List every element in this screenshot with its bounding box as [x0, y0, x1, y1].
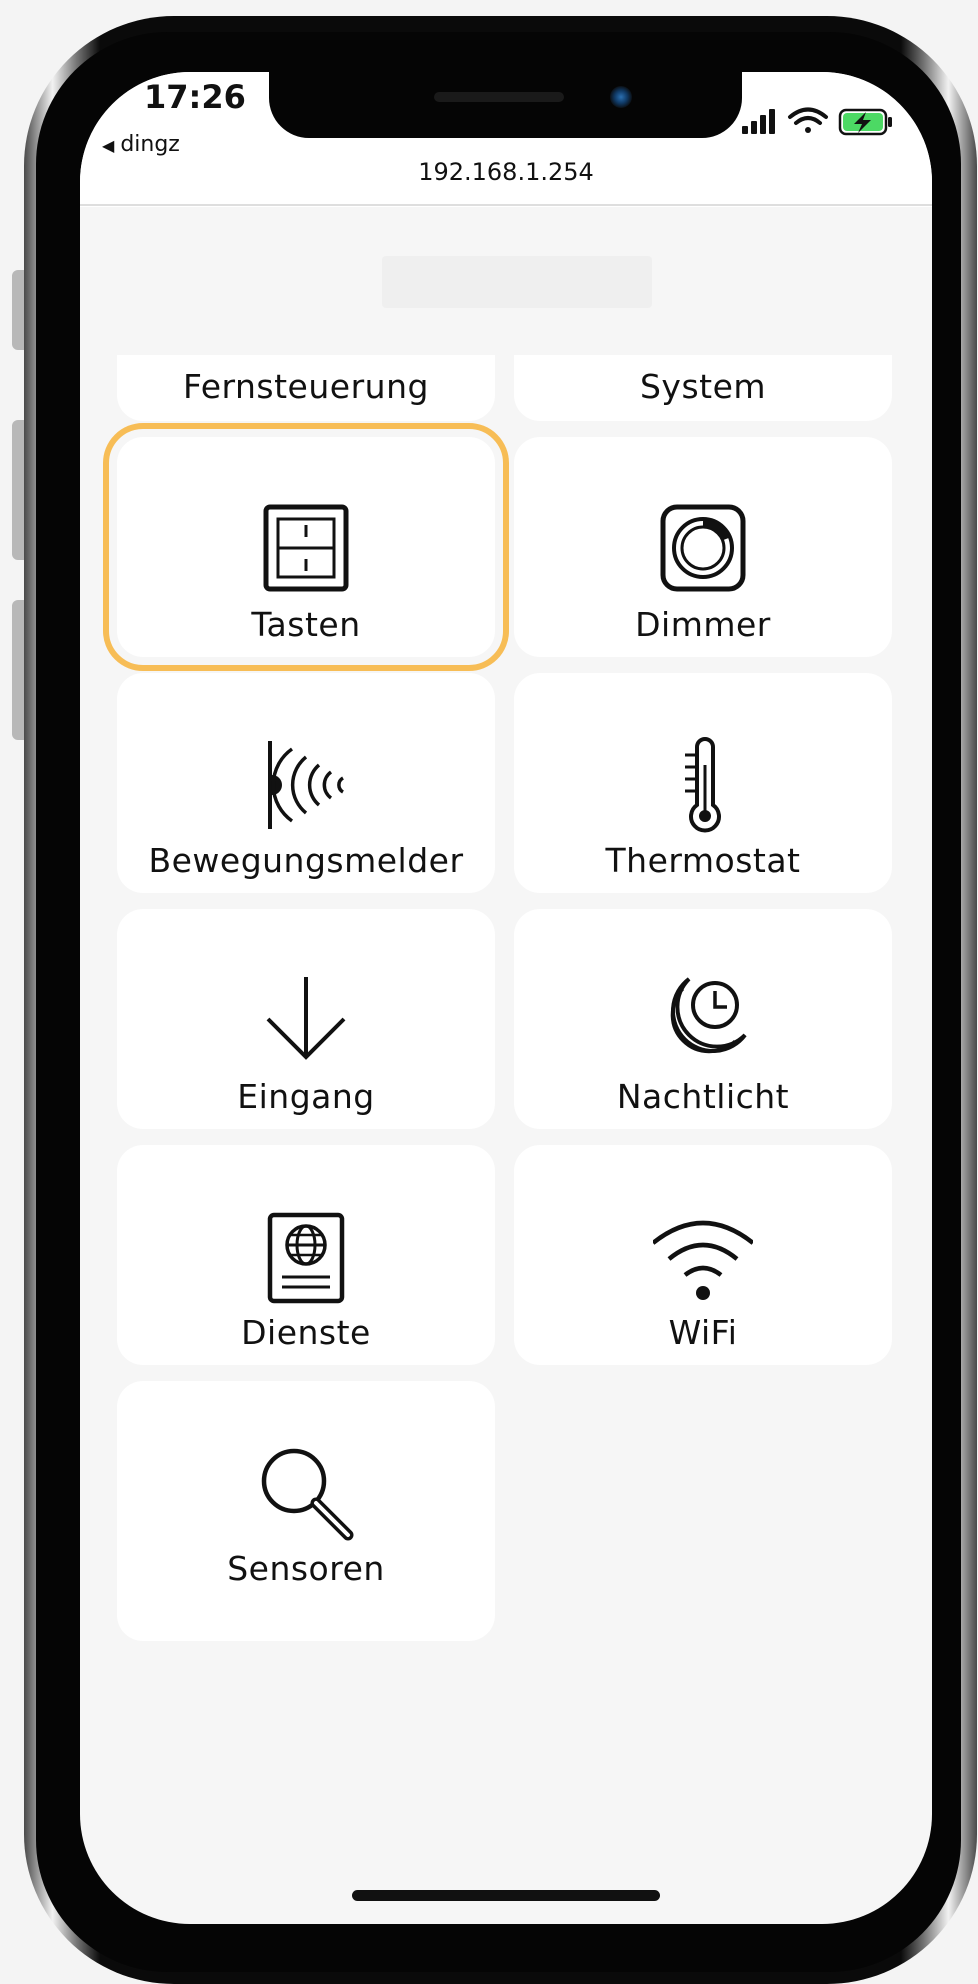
menu-tile-system[interactable]: System [514, 355, 892, 421]
tile-label: Eingang [237, 1077, 375, 1116]
silent-switch [12, 270, 24, 350]
phone-screen: 17:26 ◀ dingz 192.168.1.254 Fernsteuerun… [80, 72, 932, 1924]
url-bar[interactable]: 192.168.1.254 [80, 158, 932, 186]
wifi-icon [788, 107, 828, 133]
front-camera [610, 86, 632, 108]
menu-tile-dimmer[interactable]: Dimmer [514, 437, 892, 657]
back-to-app-link[interactable]: ◀ dingz [102, 132, 180, 157]
speaker-grill [434, 92, 564, 102]
switch-panel-icon [263, 504, 349, 592]
dimmer-knob-icon [660, 504, 746, 592]
tile-label: WiFi [668, 1313, 738, 1352]
page-title-placeholder [382, 256, 652, 308]
menu-tile-tasten[interactable]: Tasten [103, 423, 509, 671]
menu-tile-wifi[interactable]: WiFi [514, 1145, 892, 1365]
wifi-icon [653, 1220, 753, 1300]
arrow-down-icon [266, 977, 346, 1060]
header-divider [80, 204, 932, 206]
status-time: 17:26 [144, 78, 246, 116]
moon-clock-icon [670, 977, 747, 1054]
volume-up-button [12, 420, 24, 560]
motion-sensor-icon [268, 741, 345, 829]
status-icons [742, 107, 892, 136]
notch [269, 72, 742, 138]
thermometer-icon [685, 737, 721, 833]
tile-label: Nachtlicht [616, 1077, 790, 1116]
magnifier-icon [261, 1448, 354, 1541]
tile-label: Dienste [241, 1313, 371, 1352]
tile-label: System [639, 367, 767, 406]
menu-tile-dienste[interactable]: Dienste [117, 1145, 495, 1365]
menu-tile-thermostat[interactable]: Thermostat [514, 673, 892, 893]
menu-tile-nachtlicht[interactable]: Nachtlicht [514, 909, 892, 1129]
tile-label: Fernsteuerung [183, 367, 429, 406]
home-indicator[interactable] [352, 1890, 660, 1901]
menu-tile-fernsteuerung[interactable]: Fernsteuerung [117, 355, 495, 421]
back-app-label: dingz [120, 132, 180, 157]
menu-tile-bewegungsmelder[interactable]: Bewegungsmelder [117, 673, 495, 893]
tile-label: Bewegungsmelder [148, 841, 464, 880]
cellular-signal-icon [742, 109, 775, 134]
tile-label: Sensoren [227, 1549, 385, 1588]
tile-label: Thermostat [605, 841, 801, 880]
menu-tile-sensoren[interactable]: Sensoren [117, 1381, 495, 1641]
passport-globe-icon [267, 1212, 345, 1304]
tile-label: Dimmer [635, 605, 771, 644]
battery-charging-icon [838, 108, 892, 136]
menu-tile-eingang[interactable]: Eingang [117, 909, 495, 1129]
back-arrow-icon: ◀ [102, 136, 115, 155]
volume-down-button [12, 600, 24, 740]
tile-label: Tasten [251, 605, 361, 644]
